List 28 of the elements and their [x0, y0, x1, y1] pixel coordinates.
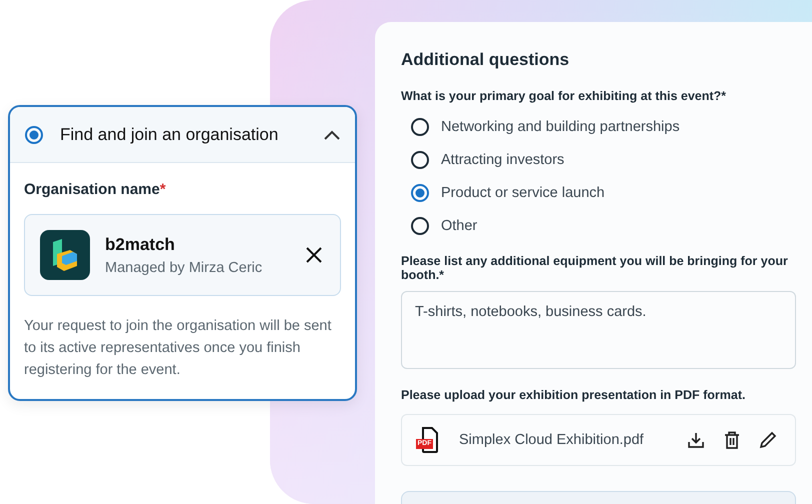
- option-label[interactable]: Product or service launch: [441, 185, 605, 201]
- text-area[interactable]: T-shirts, notebooks, business cards.: [401, 291, 796, 369]
- card-header[interactable]: Find and join an organisation: [10, 107, 355, 163]
- radio-button[interactable]: [411, 151, 429, 169]
- organisation-name: b2match: [105, 234, 176, 254]
- option-label[interactable]: Attracting investors: [441, 152, 564, 168]
- radio-button[interactable]: [411, 118, 429, 136]
- question-label: Please list any additional equipment you will be bringing for your booth.*: [401, 254, 789, 282]
- logo-icon: [40, 230, 90, 280]
- radio-button[interactable]: [25, 126, 43, 144]
- organisation-manager: Managed by Mirza Ceric: [105, 260, 264, 276]
- download-icon[interactable]: [687, 431, 705, 449]
- option-label[interactable]: Other: [441, 218, 478, 234]
- trash-icon[interactable]: [724, 431, 740, 449]
- radio-button[interactable]: [411, 217, 429, 235]
- chevron-icon[interactable]: [324, 130, 340, 140]
- question-label: Please upload your exhibition presentation in PDF format.: [401, 388, 746, 402]
- section-title: Additional questions: [401, 50, 570, 70]
- radio-button[interactable]: [411, 184, 429, 202]
- field-label: Organisation name*: [24, 181, 167, 198]
- close-icon: [306, 247, 322, 263]
- question-label: What is your primary goal for exhibiting at this event?*: [401, 89, 728, 103]
- option-label[interactable]: Networking and building partnerships: [441, 119, 680, 135]
- pencil-icon[interactable]: [759, 431, 777, 449]
- card-title: Find and join an organisation: [60, 124, 280, 144]
- info-text: Your request to join the organisation will be sent to its active representatives once you finish registering for the event.: [24, 317, 332, 380]
- file-name: Simplex Cloud Exhibition.pdf: [459, 432, 645, 448]
- remove-button[interactable]: [306, 247, 322, 263]
